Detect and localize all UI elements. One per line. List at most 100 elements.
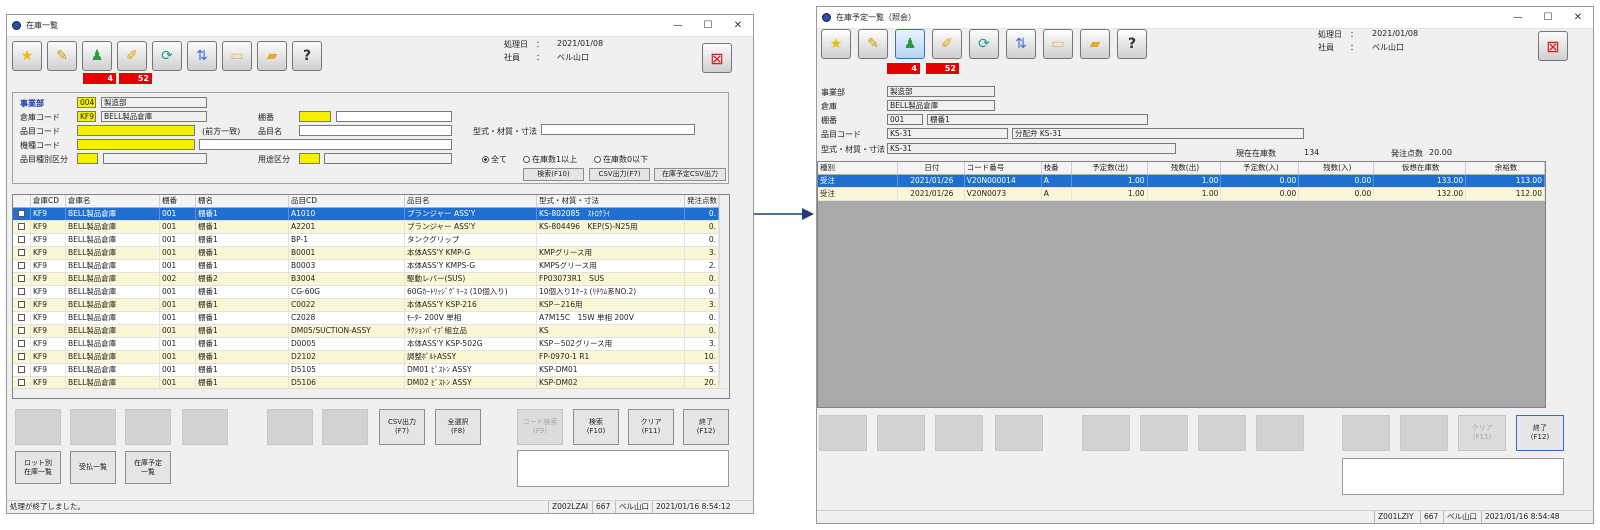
message-area[interactable] <box>1342 458 1564 495</box>
column-header[interactable]: 残数(出) <box>1148 162 1222 174</box>
column-header[interactable]: 倉庫名 <box>66 195 160 207</box>
refresh-icon[interactable]: ⟳ <box>969 29 999 59</box>
help-icon[interactable]: ? <box>1117 29 1147 59</box>
row-checkbox[interactable] <box>13 221 31 233</box>
minimize-button[interactable]: — <box>1503 12 1533 23</box>
clear-f11-button[interactable]: クリア (F11) <box>1458 415 1506 451</box>
exit-f12-button[interactable]: 終了 (F12) <box>683 409 729 445</box>
stock-plan-list-button[interactable]: 在庫予定 一覧 <box>125 451 171 484</box>
column-header[interactable]: コード番号 <box>965 162 1042 174</box>
radio-all[interactable]: 全て <box>482 154 507 165</box>
transfer-icon[interactable]: ⇅ <box>187 41 217 71</box>
column-header[interactable]: 日付 <box>898 162 965 174</box>
column-header[interactable]: 品目CD <box>289 195 405 207</box>
exit-window-icon[interactable]: ⊠ <box>702 43 732 73</box>
row-checkbox[interactable] <box>13 260 31 272</box>
clear-f11-button[interactable]: クリア (F11) <box>628 409 674 445</box>
table-row[interactable]: KF9 BELL製品倉庫 001 棚番1 B0003 本体ASS'Y KMPS-G KMPS… <box>13 260 729 273</box>
open-folder-icon[interactable]: ▰ <box>257 41 287 71</box>
row-checkbox[interactable] <box>13 364 31 376</box>
model-field[interactable] <box>541 124 695 135</box>
search-f10-button[interactable]: 検索 (F10) <box>573 409 619 445</box>
table-row[interactable]: KF9 BELL製品倉庫 001 棚番1 C2028 ﾓｰﾀｰ 200V 単相 A7M15C… <box>13 312 729 325</box>
favorite-star-icon[interactable]: ★ <box>821 29 851 59</box>
tag-icon[interactable]: ✐ <box>932 29 962 59</box>
transfer-icon[interactable]: ⇅ <box>1006 29 1036 59</box>
column-header[interactable]: 種別 <box>818 162 898 174</box>
row-checkbox[interactable] <box>13 247 31 259</box>
table-row[interactable]: KF9 BELL製品倉庫 001 棚番1 B0001 本体ASS'Y KMP-G KMPグリ… <box>13 247 729 260</box>
column-header[interactable]: 残数(入) <box>1299 162 1375 174</box>
open-folder-icon[interactable]: ▰ <box>1080 29 1110 59</box>
memo-pencil-icon[interactable]: ✎ <box>858 29 888 59</box>
column-header[interactable]: 枝番 <box>1042 162 1072 174</box>
minimize-button[interactable]: — <box>663 20 693 31</box>
table-row[interactable]: KF9 BELL製品倉庫 001 棚番1 D0005 本体ASS'Y KSP-502G KS… <box>13 338 729 351</box>
refresh-icon[interactable]: ⟳ <box>152 41 182 71</box>
row-checkbox[interactable] <box>13 338 31 350</box>
column-header[interactable]: 棚名 <box>196 195 289 207</box>
row-checkbox[interactable] <box>13 351 31 363</box>
horizontal-scrollbar[interactable] <box>13 388 729 398</box>
table-row[interactable]: KF9 BELL製品倉庫 001 棚番1 A2201 プランジャー ASS'Y KS-804… <box>13 221 729 234</box>
column-header[interactable]: 予定数(入) <box>1221 162 1300 174</box>
item-code-field[interactable] <box>77 125 195 136</box>
shelf-code-field[interactable] <box>299 111 331 122</box>
column-header[interactable]: 仮想在庫数 <box>1374 162 1467 174</box>
table-row[interactable]: KF9 BELL製品倉庫 001 棚番1 BP-1 タンクグリップ 0. <box>13 234 729 247</box>
type-name-field[interactable] <box>199 139 452 150</box>
vertical-scrollbar[interactable] <box>719 195 729 387</box>
lot-stock-list-button[interactable]: ロット別 在庫一覧 <box>15 451 61 484</box>
table-row[interactable]: KF9 BELL製品倉庫 001 棚番1 A1010 プランジャー ASS'Y KS-802… <box>13 208 729 221</box>
table-row[interactable]: 受注 2021/01/26 V20N000014 A 1.00 1.00 0.00 0.00 1… <box>818 175 1545 188</box>
exit-window-icon[interactable]: ⊠ <box>1538 31 1568 61</box>
type-code-field[interactable] <box>77 139 195 150</box>
select-all-f8-button[interactable]: 全選択 (F8) <box>435 409 481 445</box>
column-header[interactable]: 倉庫CD <box>31 195 66 207</box>
maximize-button[interactable]: ☐ <box>1533 12 1563 23</box>
exit-f12-button[interactable]: 終了 (F12) <box>1516 415 1564 451</box>
table-row[interactable]: KF9 BELL製品倉庫 001 棚番1 D2102 調整ﾎﾞﾙﾄASSY FP-0970-… <box>13 351 729 364</box>
maximize-button[interactable]: ☐ <box>693 20 723 31</box>
usage-code-field[interactable] <box>299 153 320 164</box>
user-icon[interactable]: ♟ <box>895 29 925 59</box>
column-header[interactable]: 型式・材質・寸法 <box>537 195 685 207</box>
code-search-f9-button[interactable]: コード検索 (F9) <box>517 409 563 445</box>
table-row[interactable]: KF9 BELL製品倉庫 001 棚番1 DM05/SUCTION-ASSY ｻｸｼｮﾝﾊ… <box>13 325 729 338</box>
division-code-field[interactable]: 004 <box>77 97 96 108</box>
help-icon[interactable]: ? <box>292 41 322 71</box>
stock-grid[interactable]: 倉庫CD 倉庫名 棚番 棚名 品目CD 品目名 型式・材質・寸法 発注点数 KF… <box>12 194 730 399</box>
table-row[interactable]: KF9 BELL製品倉庫 001 棚番1 C0022 本体ASS'Y KSP-216 KSP… <box>13 299 729 312</box>
row-checkbox[interactable] <box>13 208 31 220</box>
table-row[interactable]: KF9 BELL製品倉庫 001 棚番1 CG-60G 60Gｶｰﾄﾘｯｼﾞｸﾞﾘｰｽ (… <box>13 286 729 299</box>
favorite-star-icon[interactable]: ★ <box>12 41 42 71</box>
message-area[interactable] <box>517 450 729 487</box>
column-header[interactable]: 棚番 <box>160 195 196 207</box>
table-row[interactable]: KF9 BELL製品倉庫 002 棚番2 B3004 駆動レバー(SUS) FP03073R… <box>13 273 729 286</box>
category-code-field[interactable] <box>77 153 98 164</box>
table-row[interactable]: KF9 BELL製品倉庫 001 棚番1 D5105 DM01 ﾋﾟｽﾄﾝ ASSY KSP… <box>13 364 729 377</box>
memo-pencil-icon[interactable]: ✎ <box>47 41 77 71</box>
row-checkbox[interactable] <box>13 234 31 246</box>
column-header[interactable]: 発注点数 <box>685 195 719 207</box>
csv-f7-button[interactable]: CSV出力 (F7) <box>379 409 425 445</box>
plan-grid[interactable]: 種別 日付 コード番号 枝番 予定数(出) 残数(出) 予定数(入) 残数(入)… <box>817 161 1546 408</box>
close-button[interactable]: ✕ <box>1563 12 1593 23</box>
row-checkbox[interactable] <box>13 286 31 298</box>
column-header[interactable]: 予定数(出) <box>1072 162 1148 174</box>
shelf-name-field[interactable] <box>336 111 452 122</box>
csv-export-button[interactable]: CSV出力(F7) <box>589 168 650 181</box>
column-header[interactable]: 余裕数 <box>1466 162 1545 174</box>
item-name-field[interactable] <box>299 125 452 136</box>
row-checkbox[interactable] <box>13 273 31 285</box>
row-checkbox[interactable] <box>13 299 31 311</box>
close-button[interactable]: ✕ <box>723 20 753 31</box>
row-checkbox[interactable] <box>13 312 31 324</box>
folder-icon[interactable]: ▭ <box>222 41 252 71</box>
user-icon[interactable]: ♟ <box>82 41 112 71</box>
warehouse-code-field[interactable]: KF9 <box>77 111 96 122</box>
search-button[interactable]: 検索(F10) <box>523 168 584 181</box>
table-row[interactable]: 受注 2021/01/26 V20N0073 A 1.00 1.00 0.00 0.00 132… <box>818 188 1545 201</box>
tag-icon[interactable]: ✐ <box>117 41 147 71</box>
row-checkbox[interactable] <box>13 325 31 337</box>
